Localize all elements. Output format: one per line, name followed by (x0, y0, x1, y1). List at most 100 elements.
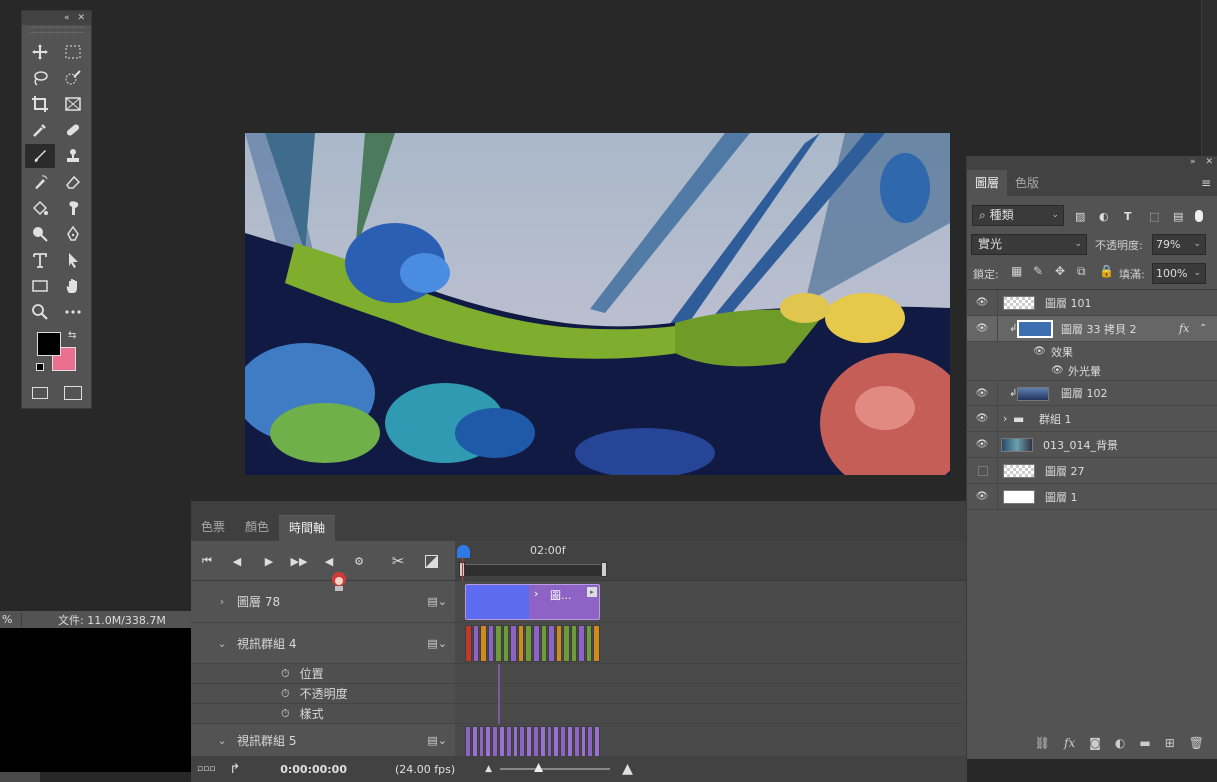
clip-menu-icon[interactable]: ▸ (587, 587, 597, 597)
type-icon[interactable] (27, 248, 53, 272)
fx-icon[interactable]: fx (1064, 736, 1075, 750)
trash-icon[interactable]: 🗑 (1189, 736, 1204, 750)
track-header-video-group-4[interactable]: ⌄ 視訊群組 4 ▤⌄ (191, 623, 455, 664)
previous-frame-icon[interactable]: ◀ (229, 553, 245, 569)
quick-select-icon[interactable] (60, 66, 86, 90)
adjustment-layer-icon[interactable]: ◐ (1115, 736, 1125, 750)
swap-colors-icon[interactable]: ⇆ (68, 330, 76, 341)
lasso-icon[interactable] (27, 66, 53, 90)
track-area-video-group-5[interactable] (455, 724, 967, 757)
layer-row[interactable]: 👁 圖層 101 (967, 290, 1217, 316)
file-size-info[interactable]: 文件: 11.0M/338.7M (22, 612, 166, 628)
track-header-layer-78[interactable]: › 圖層 78 ▤⌄ (191, 581, 455, 623)
zoom-out-mountain-icon[interactable]: ▲ (485, 764, 492, 774)
frame-block[interactable] (495, 625, 502, 662)
frame-block[interactable] (480, 625, 487, 662)
frame-block[interactable] (465, 625, 472, 662)
zoom-in-mountain-icon[interactable]: ▲ (622, 761, 633, 777)
eye-icon[interactable]: 👁 (1051, 365, 1064, 376)
track-header-video-group-5[interactable]: ⌄ 視訊群組 5 ▤⌄ (191, 724, 455, 757)
visibility-toggle-off[interactable] (978, 465, 988, 476)
scissors-icon[interactable]: ✂ (390, 552, 406, 570)
layer-row-selected[interactable]: 👁 ↲ 圖層 33 拷貝 2 fx ⌃ (967, 316, 1217, 342)
frame-block[interactable] (546, 726, 553, 757)
filter-toggle-icon[interactable] (1195, 210, 1203, 222)
frame-block[interactable] (471, 726, 478, 757)
eye-icon[interactable]: 👁 (975, 388, 989, 399)
eyedropper-icon[interactable] (27, 118, 53, 142)
frame-block[interactable] (492, 726, 498, 757)
track-area-layer-78[interactable]: › 圖... ▸ (455, 581, 967, 623)
eraser-icon[interactable] (60, 170, 86, 194)
crop-icon[interactable] (27, 92, 53, 116)
frame-block[interactable] (539, 726, 546, 757)
more-icon[interactable] (60, 300, 86, 324)
quick-mask-icon[interactable] (32, 387, 48, 399)
stopwatch-icon[interactable]: ⏱ (281, 707, 290, 721)
fill-field[interactable]: 100% ⌄ (1152, 263, 1206, 284)
frame-block[interactable] (478, 726, 485, 757)
frame-block[interactable] (533, 726, 539, 757)
folder-icon[interactable]: ▬ (1139, 736, 1150, 750)
eye-icon[interactable]: 👁 (975, 297, 989, 308)
frame-block[interactable] (540, 625, 548, 662)
track-area-video-group-4[interactable] (455, 623, 967, 664)
eye-icon[interactable]: 👁 (975, 439, 989, 450)
lock-position-icon[interactable]: ✥ (1055, 264, 1065, 278)
film-icon[interactable]: ▤⌄ (427, 637, 447, 650)
frame-block[interactable] (512, 726, 519, 757)
zoom-icon[interactable] (27, 300, 53, 324)
frame-block[interactable] (548, 625, 555, 662)
first-frame-icon[interactable]: ⏮ (199, 553, 215, 569)
double-chevron-right-icon[interactable]: » (1190, 157, 1196, 167)
layer-row[interactable]: 👁 ↲ 圖層 102 (967, 380, 1217, 406)
eye-icon[interactable]: 👁 (975, 323, 989, 334)
frame-block[interactable] (487, 625, 495, 662)
zoom-slider[interactable] (500, 763, 611, 772)
screen-mode-icon[interactable] (64, 386, 82, 400)
convert-icon[interactable]: ↱ (229, 762, 240, 777)
link-icon[interactable]: ⛓ (1035, 736, 1050, 750)
foreground-color-swatch[interactable] (37, 332, 61, 356)
stopwatch-icon[interactable]: ⏱ (281, 667, 290, 681)
marquee-icon[interactable] (60, 40, 86, 64)
frame-block[interactable] (580, 726, 587, 757)
film-icon[interactable]: ▤⌄ (427, 734, 447, 747)
document-tab[interactable] (0, 772, 40, 782)
mask-icon[interactable]: ◙ (1089, 736, 1101, 750)
history-brush-icon[interactable] (27, 170, 53, 194)
property-lane-position[interactable] (455, 664, 967, 684)
effect-row-outer-glow[interactable]: 👁 外光暈 (967, 361, 1217, 380)
frame-block[interactable] (502, 625, 510, 662)
eye-icon[interactable]: 👁 (975, 413, 989, 424)
zoom-level[interactable]: % (0, 613, 22, 626)
frame-block[interactable] (526, 726, 532, 757)
frame-block[interactable] (567, 726, 573, 757)
frame-block[interactable] (560, 726, 566, 757)
layer-row-group[interactable]: 👁 › ▬ 群組 1 (967, 406, 1217, 432)
lock-artboard-icon[interactable]: ⧉ (1077, 264, 1086, 279)
paint-bucket-icon[interactable] (27, 196, 53, 220)
property-opacity[interactable]: ⏱ 不透明度 (191, 684, 455, 704)
frame-block[interactable] (510, 625, 517, 662)
layer-row-hidden[interactable]: 圖層 27 (967, 458, 1217, 484)
adjustment-filter-icon[interactable]: ◐ (1099, 210, 1109, 223)
frame-block[interactable] (472, 625, 480, 662)
frame-block[interactable] (594, 726, 600, 757)
frame-animation-icon[interactable]: ▫▫▫ (197, 764, 215, 774)
pixel-filter-icon[interactable]: ▨ (1075, 210, 1085, 223)
path-select-icon[interactable] (60, 248, 86, 272)
work-area-bar[interactable] (461, 564, 604, 576)
close-icon[interactable]: ✕ (1205, 157, 1213, 167)
timeline-ruler[interactable]: 02:00f (455, 541, 967, 581)
chevron-right-icon[interactable]: › (215, 595, 229, 608)
frame-block[interactable] (485, 726, 492, 757)
frame-block[interactable] (505, 726, 512, 757)
lock-transparency-icon[interactable]: ▦ (1011, 264, 1022, 278)
chevron-down-icon[interactable]: ⌄ (215, 637, 229, 650)
document-canvas[interactable] (245, 133, 950, 475)
default-colors-icon[interactable] (36, 363, 44, 371)
tab-channels[interactable]: 色版 (1007, 170, 1047, 196)
frame-icon[interactable] (60, 92, 86, 116)
stamp-icon[interactable] (60, 144, 86, 168)
